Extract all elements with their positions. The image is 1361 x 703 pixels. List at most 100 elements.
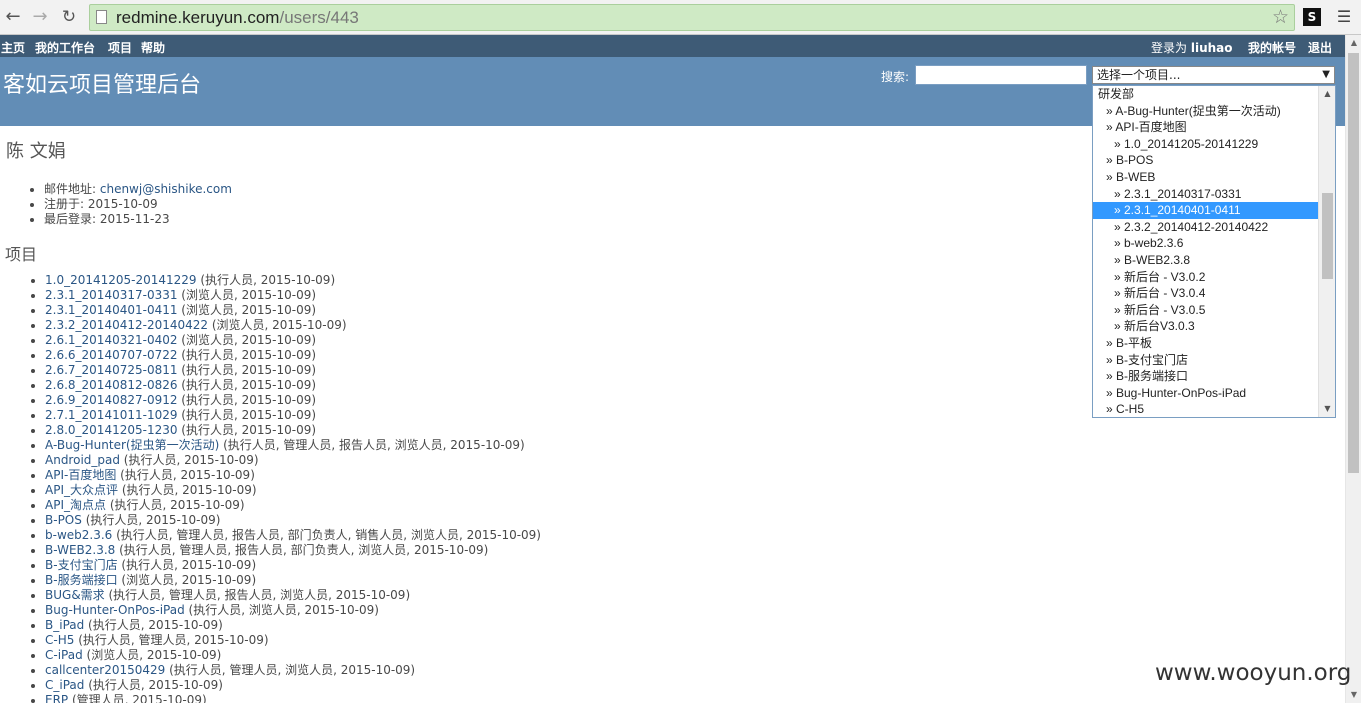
logout-link[interactable]: 退出 <box>1308 39 1332 56</box>
page-scroll-thumb[interactable] <box>1348 53 1359 473</box>
dropdown-option[interactable]: » 1.0_20141205-20141229 <box>1093 136 1319 153</box>
project-link[interactable]: 2.6.9_20140827-0912 <box>45 393 177 407</box>
project-link[interactable]: API-百度地图 <box>45 468 116 482</box>
project-link[interactable]: Bug-Hunter-OnPos-iPad <box>45 603 185 617</box>
project-link[interactable]: 2.6.7_20140725-0811 <box>45 363 177 377</box>
project-roles: (执行人员, 2015-10-09) <box>119 453 259 467</box>
project-link[interactable]: 2.3.2_20140412-20140422 <box>45 318 208 332</box>
project-roles: (浏览人员, 2015-10-09) <box>208 318 347 332</box>
project-link[interactable]: A-Bug-Hunter(捉虫第一次活动) <box>45 438 219 452</box>
username-link[interactable]: liuhao <box>1191 41 1233 55</box>
menu-home[interactable]: 主页 <box>1 39 25 56</box>
dropdown-option[interactable]: » A-Bug-Hunter(捉虫第一次活动) <box>1093 103 1319 120</box>
extension-icon[interactable]: S <box>1303 8 1321 26</box>
project-list-item: C-iPad (浏览人员, 2015-10-09) <box>45 648 541 663</box>
my-account-link[interactable]: 我的帐号 <box>1248 39 1296 56</box>
dropdown-scroll-thumb[interactable] <box>1322 193 1333 279</box>
project-link[interactable]: 2.3.1_20140401-0411 <box>45 303 177 317</box>
scroll-down-icon[interactable]: ▼ <box>1319 401 1335 417</box>
project-roles: (执行人员, 2015-10-09) <box>177 423 317 437</box>
project-list-item: 2.6.7_20140725-0811 (执行人员, 2015-10-09) <box>45 363 541 378</box>
project-roles: (执行人员, 管理人员, 报告人员, 部门负责人, 浏览人员, 2015-10-… <box>115 543 489 557</box>
project-roles: (浏览人员, 2015-10-09) <box>177 303 317 317</box>
project-list-item: Android_pad (执行人员, 2015-10-09) <box>45 453 541 468</box>
dropdown-option[interactable]: » B-服务端接口 <box>1093 368 1319 385</box>
project-link[interactable]: 2.8.0_20141205-1230 <box>45 423 177 437</box>
menu-help[interactable]: 帮助 <box>141 39 165 56</box>
project-list-item: B-WEB2.3.8 (执行人员, 管理人员, 报告人员, 部门负责人, 浏览人… <box>45 543 541 558</box>
project-list-item: 2.6.6_20140707-0722 (执行人员, 2015-10-09) <box>45 348 541 363</box>
dropdown-scrollbar[interactable]: ▲ ▼ <box>1318 86 1335 417</box>
dropdown-option[interactable]: » API-百度地图 <box>1093 119 1319 136</box>
project-link[interactable]: B-POS <box>45 513 82 527</box>
reload-icon[interactable]: ↻ <box>58 5 80 29</box>
project-link[interactable]: API_淘点点 <box>45 498 106 512</box>
project-link[interactable]: C-H5 <box>45 633 74 647</box>
project-link[interactable]: B_iPad <box>45 618 84 632</box>
dropdown-option[interactable]: » 新后台 - V3.0.2 <box>1093 269 1319 286</box>
project-list-item: B-POS (执行人员, 2015-10-09) <box>45 513 541 528</box>
dropdown-option[interactable]: » C-H5 <box>1093 401 1319 417</box>
dropdown-option[interactable]: » b-web2.3.6 <box>1093 235 1319 252</box>
dropdown-option[interactable]: » B-WEB <box>1093 169 1319 186</box>
project-link[interactable]: 2.6.8_20140812-0826 <box>45 378 177 392</box>
project-link[interactable]: B-WEB2.3.8 <box>45 543 115 557</box>
project-roles: (执行人员, 2015-10-09) <box>177 378 317 392</box>
project-link[interactable]: 2.7.1_20141011-1029 <box>45 408 177 422</box>
registered-item: 注册于: 2015-10-09 <box>44 197 232 212</box>
dropdown-option[interactable]: » B-WEB2.3.8 <box>1093 252 1319 269</box>
project-list-item: A-Bug-Hunter(捉虫第一次活动) (执行人员, 管理人员, 报告人员,… <box>45 438 541 453</box>
project-jump-select[interactable]: 选择一个项目... ▼ <box>1092 66 1335 84</box>
project-list-item: 2.3.2_20140412-20140422 (浏览人员, 2015-10-0… <box>45 318 541 333</box>
dropdown-option[interactable]: » 新后台V3.0.3 <box>1093 318 1319 335</box>
project-link[interactable]: C_iPad <box>45 678 84 692</box>
project-link[interactable]: C-iPad <box>45 648 83 662</box>
page-scrollbar[interactable]: ▲ ▼ <box>1345 35 1361 703</box>
project-roles: (执行人员, 2015-10-09) <box>177 363 317 377</box>
project-link[interactable]: BUG&需求 <box>45 588 105 602</box>
project-link[interactable]: 2.6.6_20140707-0722 <box>45 348 177 362</box>
project-list-item: B_iPad (执行人员, 2015-10-09) <box>45 618 541 633</box>
menu-projects[interactable]: 项目 <box>108 39 132 56</box>
project-link[interactable]: B-服务端接口 <box>45 573 118 587</box>
project-roles: (执行人员, 管理人员, 报告人员, 部门负责人, 销售人员, 浏览人员, 20… <box>112 528 541 542</box>
project-link[interactable]: API_大众点评 <box>45 483 118 497</box>
project-link[interactable]: B-支付宝门店 <box>45 558 118 572</box>
dropdown-option[interactable]: » 2.3.2_20140412-20140422 <box>1093 219 1319 236</box>
project-link[interactable]: callcenter20150429 <box>45 663 165 677</box>
search-input[interactable] <box>915 65 1087 85</box>
project-link[interactable]: 2.6.1_20140321-0402 <box>45 333 177 347</box>
email-item: 邮件地址: chenwj@shishike.com <box>44 182 232 197</box>
dropdown-option[interactable]: » Bug-Hunter-OnPos-iPad <box>1093 385 1319 402</box>
project-link[interactable]: b-web2.3.6 <box>45 528 112 542</box>
bookmark-star-icon[interactable]: ☆ <box>1272 6 1289 28</box>
user-name: 陈 文娟 <box>6 141 66 162</box>
dropdown-option[interactable]: » 2.3.1_20140401-0411 <box>1093 202 1319 219</box>
project-list-item: B-支付宝门店 (执行人员, 2015-10-09) <box>45 558 541 573</box>
project-link[interactable]: 2.3.1_20140317-0331 <box>45 288 177 302</box>
project-link[interactable]: ERP <box>45 693 68 703</box>
dropdown-option[interactable]: » B-POS <box>1093 152 1319 169</box>
forward-arrow-icon[interactable]: → <box>29 5 51 29</box>
dropdown-option[interactable]: » 新后台 - V3.0.4 <box>1093 285 1319 302</box>
project-roles: (浏览人员, 2015-10-09) <box>117 573 257 587</box>
browser-menu-icon[interactable]: ☰ <box>1336 7 1352 26</box>
dropdown-option[interactable]: 研发部 <box>1093 86 1319 103</box>
menu-my-page[interactable]: 我的工作台 <box>35 39 95 56</box>
page-scroll-up-icon[interactable]: ▲ <box>1346 35 1361 51</box>
dropdown-option[interactable]: » B-平板 <box>1093 335 1319 352</box>
email-link[interactable]: chenwj@shishike.com <box>100 182 232 196</box>
back-arrow-icon[interactable]: ← <box>2 5 24 29</box>
project-link[interactable]: 1.0_20141205-20141229 <box>45 273 197 287</box>
page-scroll-down-icon[interactable]: ▼ <box>1346 687 1361 703</box>
project-list-item: API_大众点评 (执行人员, 2015-10-09) <box>45 483 541 498</box>
project-list-item: 2.7.1_20141011-1029 (执行人员, 2015-10-09) <box>45 408 541 423</box>
scroll-up-icon[interactable]: ▲ <box>1319 86 1335 102</box>
project-roles: (执行人员, 管理人员, 报告人员, 浏览人员, 2015-10-09) <box>104 588 411 602</box>
project-list-item: 2.8.0_20141205-1230 (执行人员, 2015-10-09) <box>45 423 541 438</box>
dropdown-option[interactable]: » 2.3.1_20140317-0331 <box>1093 186 1319 203</box>
address-bar[interactable]: redmine.keruyun.com/users/443 ☆ <box>89 4 1295 31</box>
dropdown-option[interactable]: » B-支付宝门店 <box>1093 352 1319 369</box>
dropdown-option[interactable]: » 新后台 - V3.0.5 <box>1093 302 1319 319</box>
project-link[interactable]: Android_pad <box>45 453 120 467</box>
